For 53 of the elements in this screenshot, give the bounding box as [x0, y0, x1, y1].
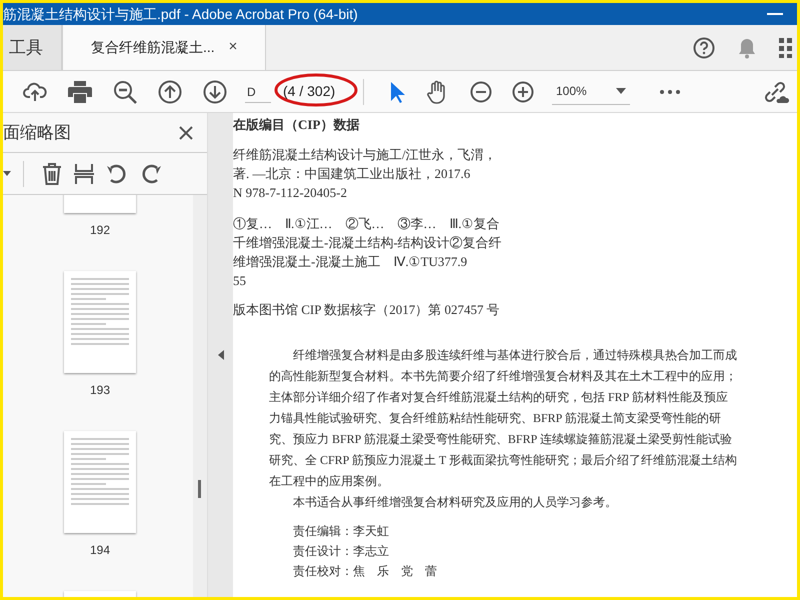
- hand-icon[interactable]: [426, 80, 448, 104]
- cip-number: 版本图书馆 CIP 数据核字（2017）第 027457 号: [233, 300, 501, 318]
- page-number-label: 192: [90, 222, 110, 239]
- tab[interactable]: 工具: [3, 25, 62, 70]
- cip-heading: 在版编目（CIP）数据: [233, 116, 360, 134]
- page-thumbnail[interactable]: [64, 431, 136, 533]
- zoom-in-circle-icon[interactable]: [512, 80, 534, 102]
- printer-icon[interactable]: [68, 80, 92, 102]
- caret-icon[interactable]: [616, 88, 626, 94]
- audience-note: 本书适合从事纤维增强复合材料研究及应用的人员学习参考。: [292, 494, 618, 511]
- page-number-field[interactable]: D: [245, 80, 271, 102]
- collapse-arrow-icon[interactable]: [218, 350, 224, 360]
- summary-line: 力锚具性能试验研究、复合纤维筋粘结性能研究、BFRP 筋混凝土简支梁受弯性能的研: [269, 410, 722, 427]
- window-title: 筋混凝土结构设计与施工.pdf - Adobe Acrobat Pro (64-bit): [3, 7, 358, 21]
- trash-icon[interactable]: [42, 162, 62, 184]
- summary-line: 在工程中的应用案例。: [269, 473, 390, 490]
- summary-line: 究、预应力 BFRP 筋混凝土梁受弯性能研究、BFRP 连续螺旋箍筋混凝土梁受剪性能试验: [269, 431, 733, 448]
- close-icon[interactable]: [179, 126, 193, 140]
- apps-grid-icon[interactable]: [779, 38, 793, 58]
- more-icon[interactable]: [660, 90, 680, 94]
- credit-line: 责任设计：李志立: [293, 543, 390, 560]
- cip-line: 著. —北京：中国建筑工业出版社，2017.6: [233, 164, 472, 182]
- page-thumbnail[interactable]: [64, 271, 136, 373]
- classification-line: 55: [233, 272, 247, 290]
- rotate-left-icon[interactable]: [106, 162, 128, 184]
- pointer-icon[interactable]: [390, 80, 406, 102]
- summary-line: 的高性能新型复合材料。本书先简要介绍了纤维增强复合材料及其在土木工程中的应用；: [269, 368, 738, 385]
- zoom-dropdown[interactable]: 100%: [552, 78, 630, 104]
- classification-line: 维增强混凝土-混凝土施工 Ⅳ.①TU377.9: [233, 252, 468, 270]
- credit-line: 责任校对：焦 乐 党 蕾: [293, 563, 438, 580]
- page-number-label: 193: [90, 382, 110, 399]
- close-icon[interactable]: ×: [228, 36, 238, 59]
- scrollbar[interactable]: [193, 195, 207, 597]
- classification-line: 千维增强混凝土-混凝土结构-结构设计②复合纤: [233, 234, 503, 252]
- cip-line: N 978-7-112-20405-2: [233, 184, 348, 202]
- credit-line: 责任编辑：李天虹: [293, 523, 390, 540]
- summary-line: 研究、全 CFRP 筋预应力混凝土 T 形截面梁抗弯性能研究；最后介绍了纤维筋混凝土结构: [269, 452, 738, 469]
- help-icon[interactable]: [693, 36, 715, 58]
- link-cloud-icon[interactable]: [763, 80, 789, 104]
- zoom-out-icon[interactable]: [113, 80, 137, 104]
- zoom-out-circle-icon[interactable]: [470, 80, 492, 102]
- summary-line: 纤维增强复合材料是由多股连续纤维与基体进行胶合后，通过特殊模具热合加工而成: [292, 347, 738, 364]
- caret-icon[interactable]: [3, 171, 11, 176]
- classification-line: ①复… Ⅱ.①江… ②飞… ③李… Ⅲ.①复合: [233, 214, 500, 232]
- cip-line: 纤维筋混凝土结构设计与施工/江世永，飞渭，: [233, 146, 498, 164]
- cloud-upload-icon[interactable]: [23, 80, 47, 102]
- tab[interactable]: 复合纤维筋混凝土... ×: [62, 25, 266, 70]
- page-number-label: 194: [90, 542, 110, 559]
- page-count: (4 / 302): [283, 82, 336, 101]
- summary-line: 主体部分详细介绍了作者对复合纤维筋混凝土结构的研究，包括 FRP 筋材料性能及预应: [269, 389, 729, 406]
- panel-title: 面缩略图: [3, 122, 71, 144]
- page-extract-icon[interactable]: [74, 162, 94, 184]
- rotate-right-icon[interactable]: [140, 162, 162, 184]
